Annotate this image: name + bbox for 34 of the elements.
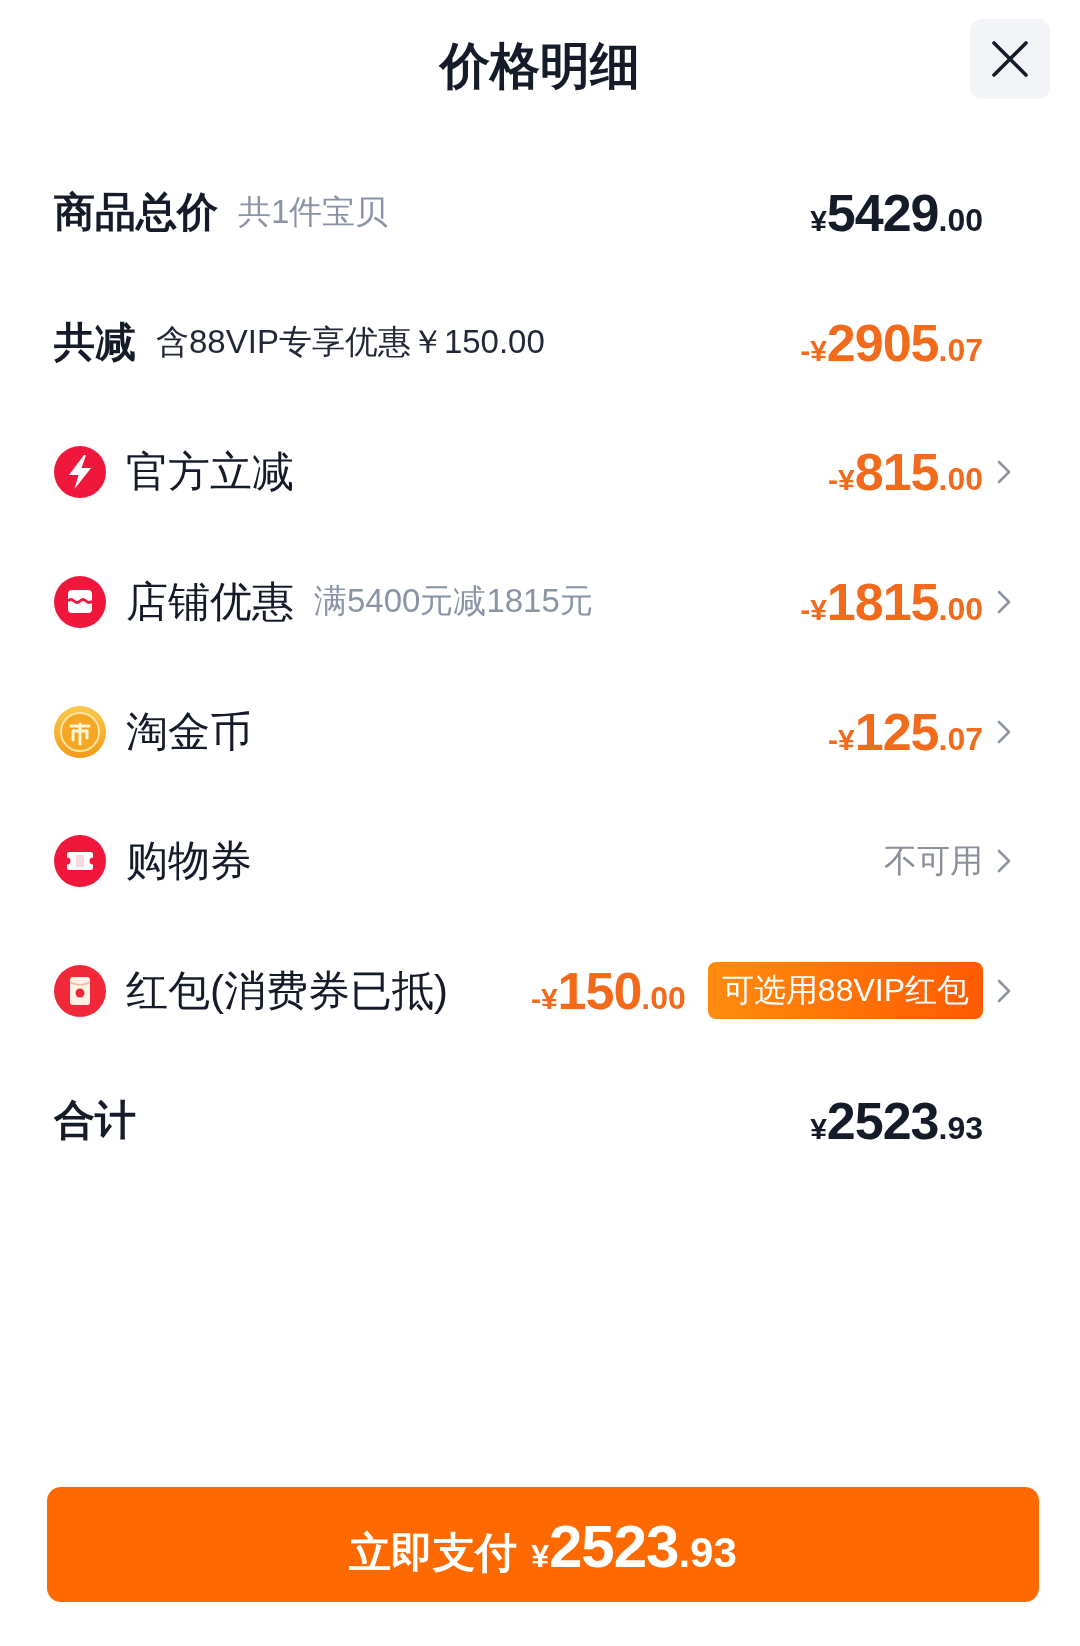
total-label: 合计 — [54, 1096, 136, 1146]
close-icon — [992, 41, 1028, 77]
discount-label: 官方立减 — [126, 447, 294, 498]
close-button[interactable] — [970, 19, 1050, 99]
discount-amount: -¥1815.00 — [800, 575, 983, 628]
discount-amount: -¥125.07 — [828, 705, 983, 758]
savings-amount: -¥2905.07 — [800, 316, 983, 369]
coin-icon — [54, 705, 106, 758]
discount-amount: -¥150.00 — [530, 964, 686, 1017]
pay-button[interactable]: 立即支付 ¥2523.93 — [47, 1487, 1039, 1602]
discount-label: 淘金币 — [126, 706, 252, 757]
ticket-icon — [54, 835, 106, 888]
discount-amount: -¥815.00 — [828, 446, 983, 499]
vip-savings-note: 含88VIP专享优惠￥150.00 — [156, 322, 545, 363]
lightning-icon — [54, 446, 106, 499]
discount-label: 红包(消费券已抵) — [126, 965, 448, 1016]
discount-label: 店铺优惠 — [126, 576, 294, 627]
item-count-text: 共1件宝贝 — [238, 192, 389, 233]
shop-icon — [54, 575, 106, 628]
envelope-icon — [54, 964, 106, 1017]
vip-coupon-tag[interactable]: 可选用88VIP红包 — [707, 962, 983, 1020]
discount-condition-text: 满5400元减1815元 — [314, 581, 593, 622]
total-amount: ¥2523.93 — [810, 1094, 983, 1147]
chevron-icon[interactable] — [997, 719, 1011, 744]
discount-label: 购物券 — [126, 836, 252, 887]
status-text: 不可用 — [884, 840, 983, 881]
chevron-icon[interactable] — [997, 849, 1011, 874]
subtotal-amount: ¥5429.00 — [810, 186, 983, 239]
sheet-title: 价格明细 — [440, 36, 640, 96]
chevron-icon[interactable] — [997, 589, 1011, 614]
savings-label: 共减 — [54, 318, 136, 368]
subtotal-label: 商品总价 — [54, 188, 218, 238]
chevron-icon[interactable] — [997, 460, 1011, 485]
chevron-icon[interactable] — [997, 978, 1011, 1003]
